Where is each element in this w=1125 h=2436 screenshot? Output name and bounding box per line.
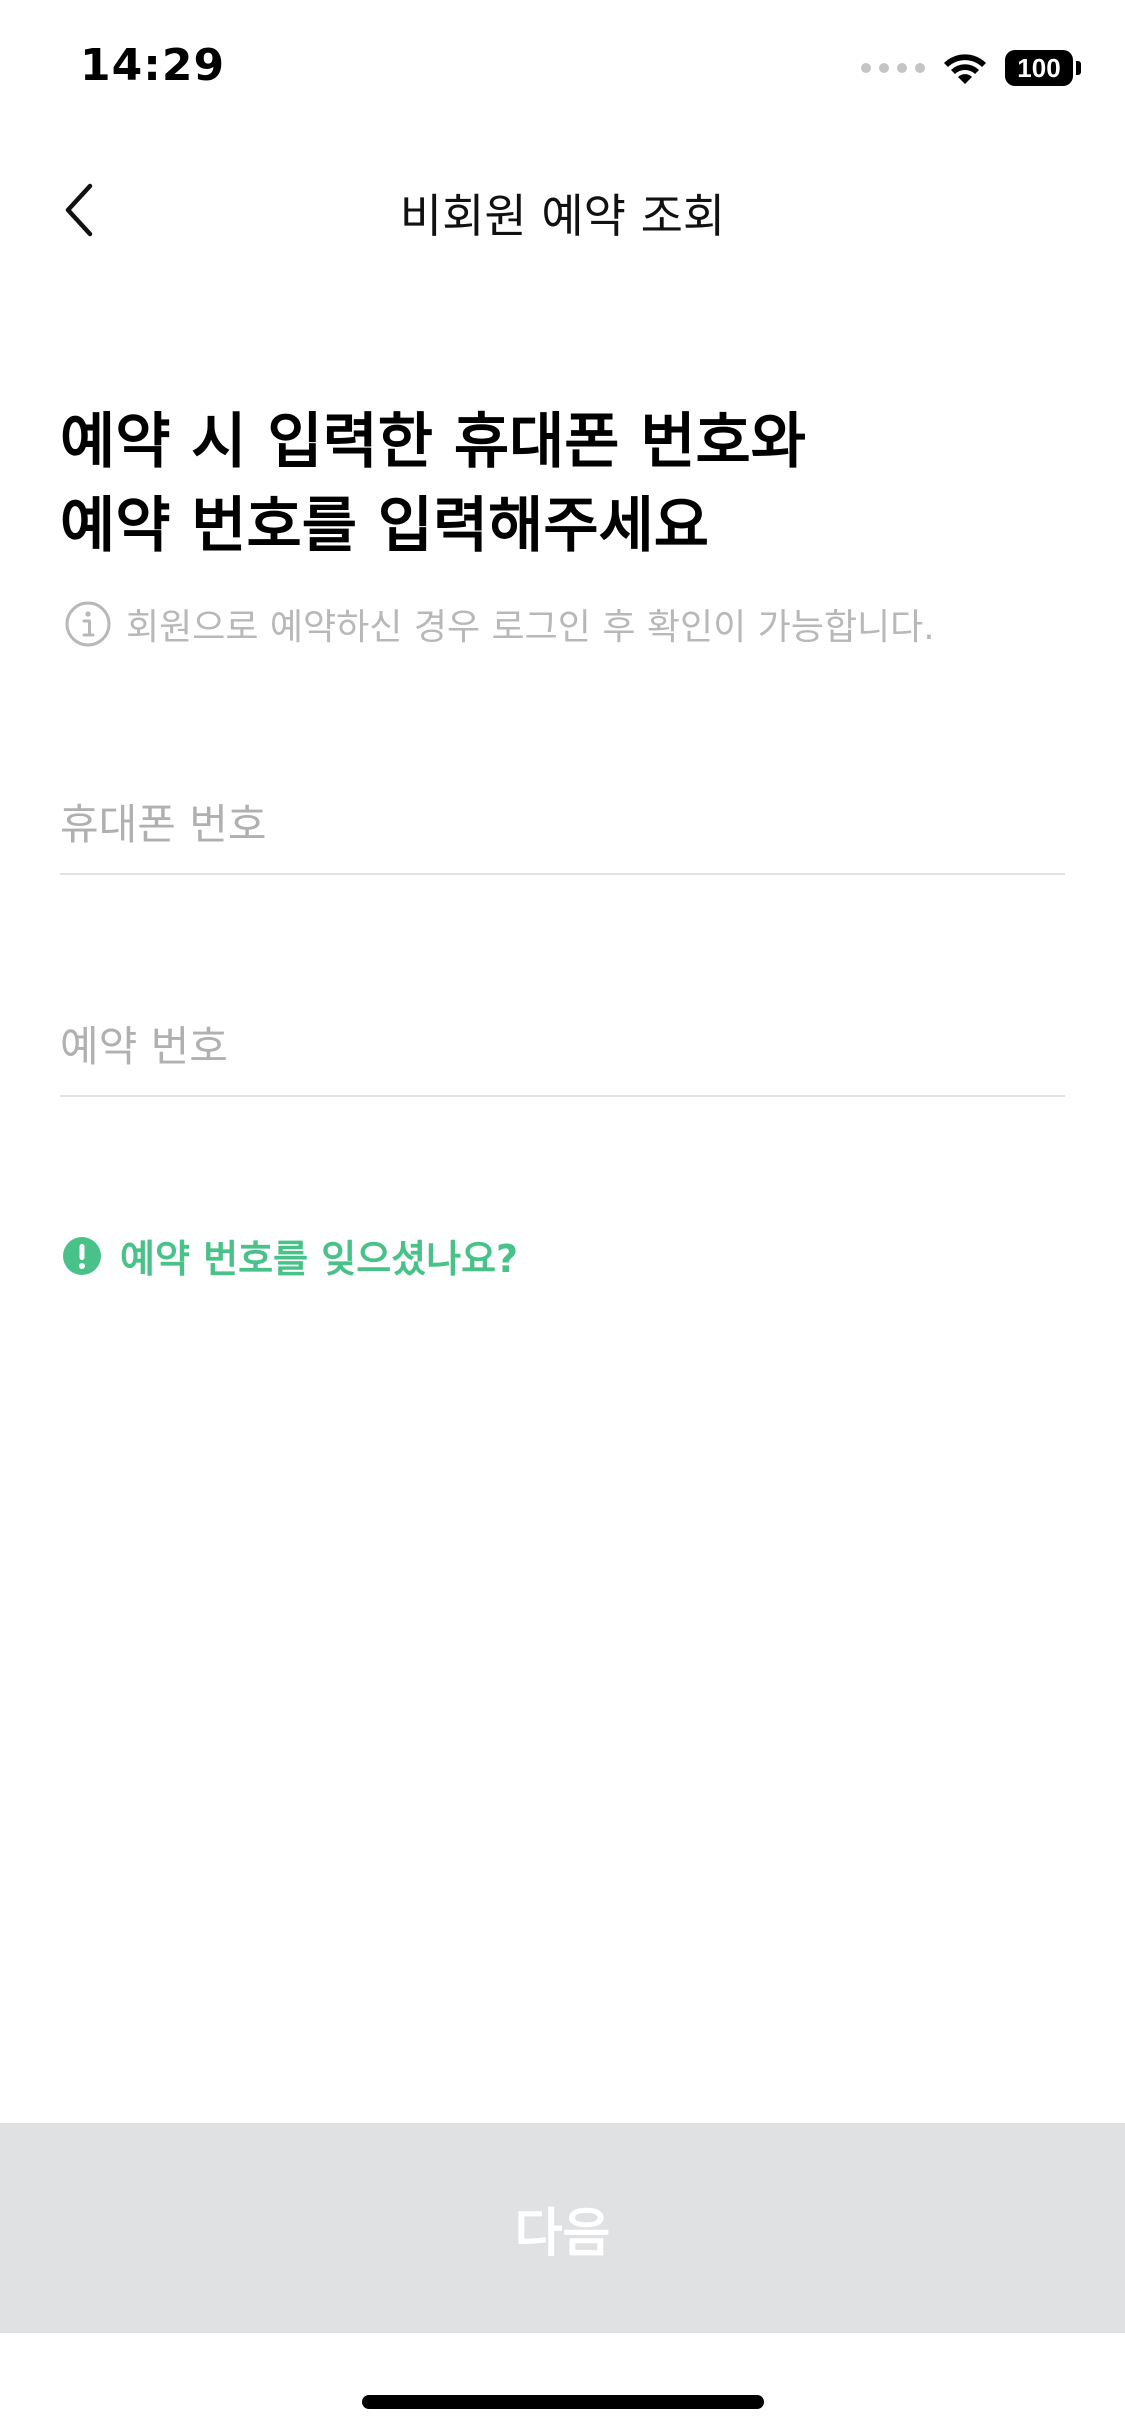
next-button[interactable]: 다음 — [0, 2123, 1125, 2333]
status-indicators: 100 — [861, 46, 1081, 90]
phone-number-input[interactable] — [60, 775, 1065, 873]
home-indicator — [362, 2395, 764, 2409]
forgot-link-label: 예약 번호를 잊으셨나요? — [120, 1237, 519, 1281]
member-notice-text: 회원으로 예약하신 경우 로그인 후 확인이 가능합니다. — [126, 607, 935, 648]
member-notice: 회원으로 예약하신 경우 로그인 후 확인이 가능합니다. — [64, 598, 935, 650]
info-icon — [65, 601, 111, 647]
battery-level: 100 — [1005, 50, 1073, 86]
battery-icon: 100 — [1005, 50, 1081, 86]
status-time: 14:29 — [80, 40, 226, 91]
status-bar: 14:29 100 — [0, 0, 1125, 140]
navigation-bar: 비회원 예약 조회 — [0, 150, 1125, 270]
reservation-number-field — [60, 997, 1065, 1097]
phone-number-field — [60, 775, 1065, 875]
guest-reservation-lookup-screen: 14:29 100 비회원 예약 조회 예약 시 입력한 휴대폰 번호와 예약 … — [0, 0, 1125, 2436]
heading-line-2: 예약 번호를 입력해주세요 — [60, 491, 709, 561]
heading-line-1: 예약 시 입력한 휴대폰 번호와 — [60, 407, 806, 477]
page-title: 비회원 예약 조회 — [399, 189, 726, 243]
cellular-signal-icon — [861, 63, 925, 73]
reservation-number-input[interactable] — [60, 997, 1065, 1095]
wifi-icon — [944, 54, 986, 84]
alert-icon — [63, 1236, 101, 1275]
instruction-heading: 예약 시 입력한 휴대폰 번호와 예약 번호를 입력해주세요 — [60, 400, 1060, 568]
forgot-reservation-number-link[interactable]: 예약 번호를 잊으셨나요? — [62, 1228, 518, 1283]
